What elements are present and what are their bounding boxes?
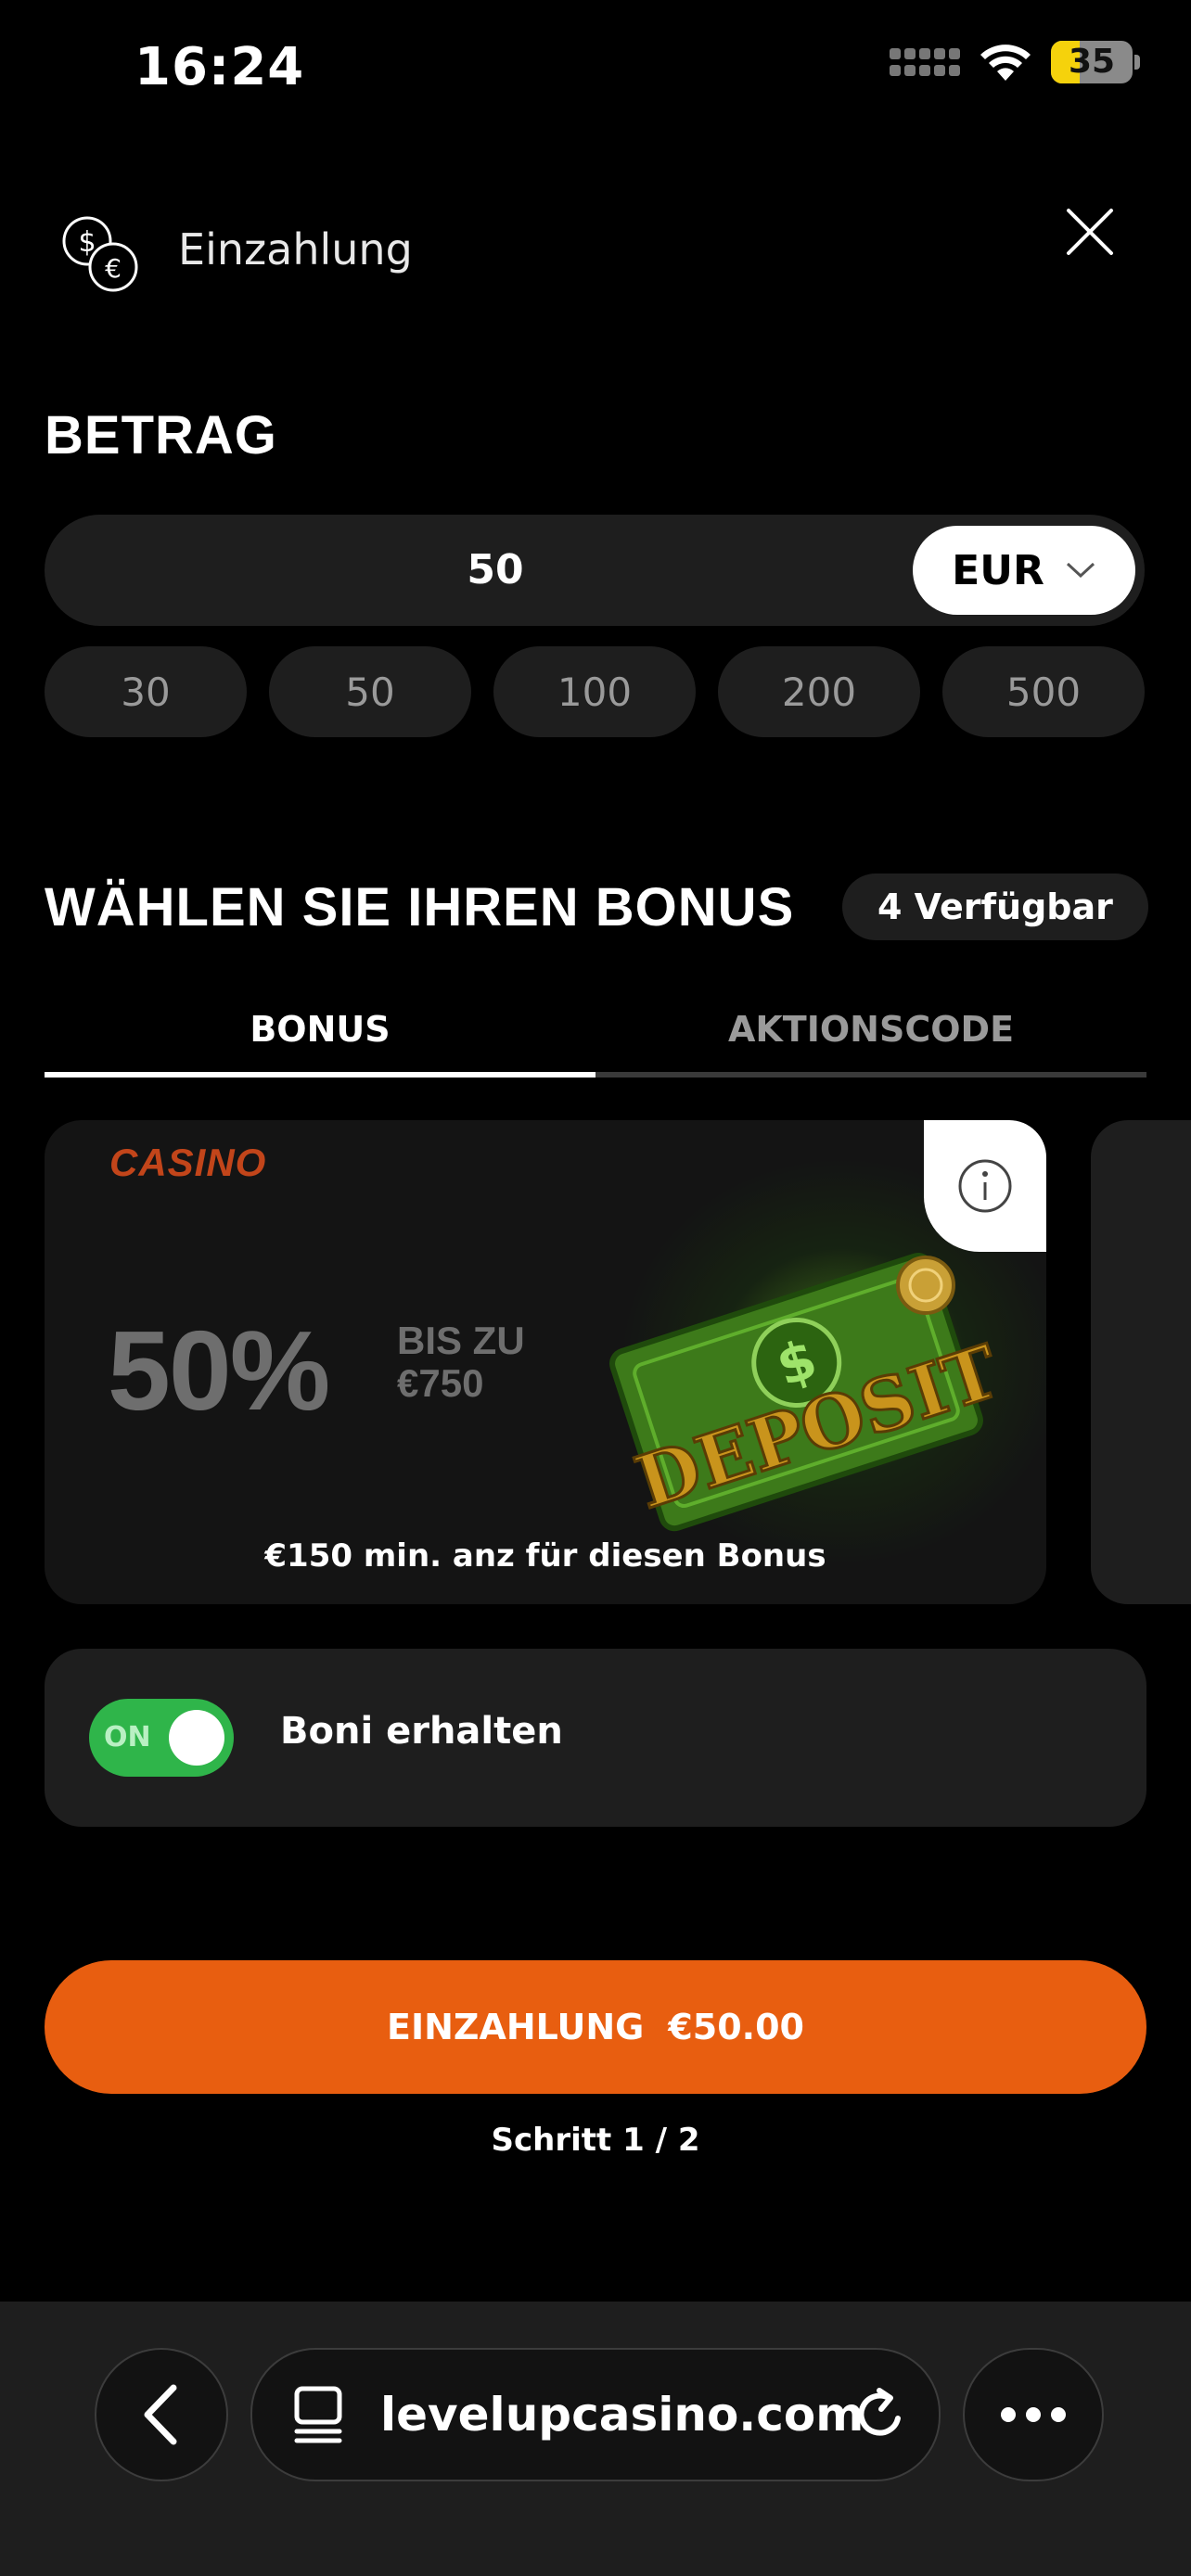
battery-icon: 35 — [1051, 41, 1140, 83]
wifi-icon — [980, 45, 1031, 81]
more-horizontal-icon — [1001, 2407, 1066, 2422]
bonus-percent: 50% — [108, 1307, 330, 1434]
status-time: 16:24 — [134, 37, 305, 97]
preset-chip[interactable]: 100 — [493, 646, 696, 737]
browser-toolbar: levelupcasino.com — [0, 2302, 1191, 2576]
amount-field: 50 EUR — [45, 515, 1145, 626]
deposit-button-amount: €50.00 — [668, 2007, 804, 2047]
cellular-signal-icon — [890, 48, 960, 76]
preset-chip[interactable]: 30 — [45, 646, 247, 737]
tab-bonus[interactable]: BONUS — [45, 992, 596, 1072]
deposit-banknote-illustration: $ DEPOSIT — [609, 1253, 1010, 1532]
chevron-left-icon — [144, 2384, 177, 2445]
currency-value: EUR — [952, 546, 1044, 594]
page-title: Einzahlung — [178, 224, 413, 274]
toggle-knob — [169, 1710, 224, 1766]
preset-chip[interactable]: 50 — [269, 646, 471, 737]
battery-level: 35 — [1068, 43, 1116, 81]
deposit-button-label: EINZAHLUNG — [386, 2007, 645, 2047]
bonus-min-deposit: €150 min. anz für diesen Bonus — [264, 1537, 826, 1575]
chevron-down-icon — [1066, 562, 1095, 579]
bonus-card[interactable]: CASINO 50% BIS ZU €750 $ DEPOSIT €150 mi… — [45, 1120, 1046, 1604]
step-indicator: Schritt 1 / 2 — [491, 2122, 700, 2159]
toggle-state-label: ON — [104, 1721, 151, 1753]
address-bar[interactable]: levelupcasino.com — [250, 2348, 941, 2481]
deposit-button[interactable]: EINZAHLUNG €50.00 — [45, 1960, 1146, 2094]
tab-layout-icon — [294, 2386, 342, 2443]
preset-chip[interactable]: 500 — [942, 646, 1145, 737]
bonus-max-amount: €750 — [397, 1361, 484, 1405]
bonus-section-title: WÄHLEN SIE IHREN BONUS — [45, 877, 795, 937]
browser-back-button[interactable] — [95, 2348, 228, 2481]
status-icons: 35 — [890, 41, 1140, 83]
amount-input[interactable]: 50 — [45, 515, 946, 626]
receive-bonus-panel: ON Boni erhalten — [45, 1649, 1146, 1827]
tab-active-indicator — [45, 1072, 596, 1078]
svg-text:€: € — [105, 253, 122, 284]
reload-icon[interactable] — [852, 2385, 911, 2444]
receive-bonus-label: Boni erhalten — [280, 1710, 563, 1753]
preset-chip[interactable]: 200 — [718, 646, 920, 737]
bonus-tabs: BONUS AKTIONSCODE — [45, 992, 1146, 1078]
coins-icon: $ € — [62, 216, 138, 292]
currency-select[interactable]: EUR — [913, 526, 1135, 615]
tab-promo-code[interactable]: AKTIONSCODE — [596, 992, 1146, 1072]
next-bonus-card[interactable] — [1091, 1120, 1191, 1604]
receive-bonus-toggle[interactable]: ON — [89, 1699, 234, 1777]
more-options-button[interactable] — [963, 2348, 1104, 2481]
url-text: levelupcasino.com — [380, 2388, 864, 2442]
bonus-max: BIS ZU €750 — [397, 1320, 525, 1405]
svg-text:$: $ — [78, 226, 96, 259]
bonus-max-label: BIS ZU — [397, 1319, 525, 1362]
casino-logo: CASINO — [109, 1141, 267, 1184]
amount-presets: 30 50 100 200 500 — [45, 646, 1146, 737]
info-icon — [958, 1159, 1012, 1213]
bonus-count-badge: 4 Verfügbar — [842, 874, 1148, 940]
amount-section-title: BETRAG — [45, 405, 277, 465]
bonus-info-button[interactable] — [924, 1120, 1046, 1252]
close-icon[interactable] — [1057, 199, 1122, 264]
